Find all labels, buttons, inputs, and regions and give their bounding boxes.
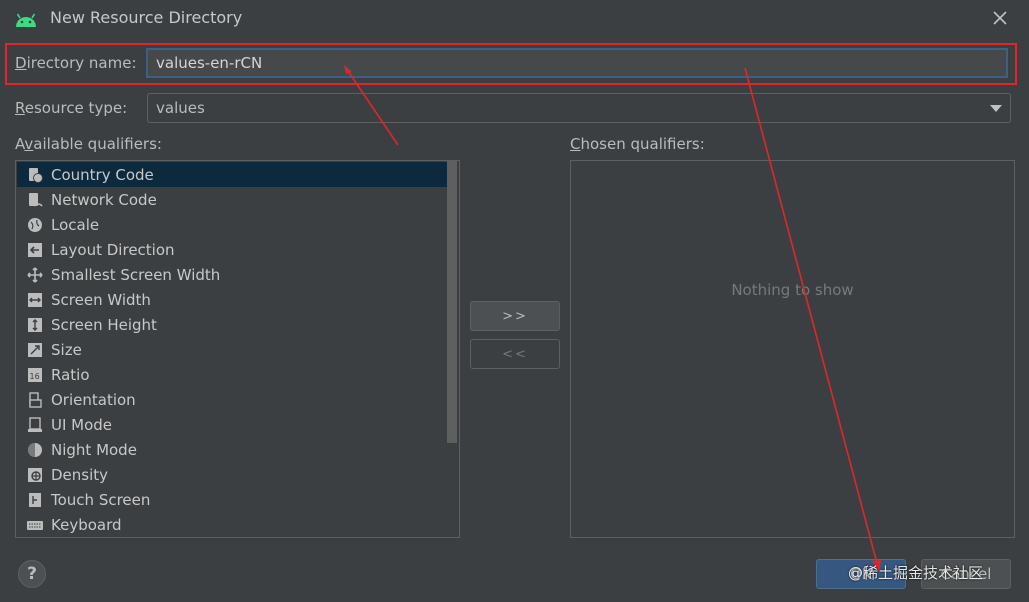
qualifier-item-label: Density [51,465,109,484]
qualifier-item-ratio[interactable]: 16 Ratio [17,362,447,387]
qualifier-item-label: Screen Height [51,315,157,334]
network-code-icon [29,192,43,207]
qualifier-item-country-code[interactable]: Country Code [17,162,447,187]
directory-name-label: Directory name: [15,54,137,72]
qualifier-item-label: Country Code [51,165,154,184]
android-icon [16,13,36,27]
layout-direction-icon [28,242,42,257]
qualifier-item-label: Screen Width [51,290,151,309]
smallest-width-icon [27,266,43,283]
chosen-qualifiers-label: Chosen qualifiers: [570,135,705,153]
svg-text:16: 16 [30,372,40,381]
qualifier-item-screen-height[interactable]: Screen Height [17,312,447,337]
touch-screen-icon [29,492,41,507]
keyboard-icon [27,520,43,530]
resource-type-value: values [156,99,205,117]
qualifier-item-locale[interactable]: Locale [17,212,447,237]
qualifier-item-smallest-screen-width[interactable]: Smallest Screen Width [17,262,447,287]
globe-icon [28,217,42,232]
qualifier-item-layout-direction[interactable]: Layout Direction [17,237,447,262]
remove-qualifier-button[interactable]: << [470,339,560,369]
qualifier-item-label: Smallest Screen Width [51,265,221,284]
screen-width-icon [28,292,42,307]
qualifier-item-label: UI Mode [51,415,113,434]
country-code-icon [29,167,43,183]
qualifier-item-orientation[interactable]: Orientation [17,387,447,412]
qualifier-item-network-code[interactable]: Network Code [17,187,447,212]
qualifier-item-label: Layout Direction [51,240,175,259]
qualifier-item-label: Keyboard [51,515,122,534]
resource-type-select[interactable]: values [147,93,1011,123]
qualifier-item-ui-mode[interactable]: UI Mode [17,412,447,437]
title-bar: New Resource Directory [0,0,1029,38]
qualifier-item-label: Touch Screen [51,490,151,509]
window-title: New Resource Directory [50,8,243,27]
density-icon [28,467,42,482]
ratio-icon: 16 [28,367,42,382]
qualifier-item-night-mode[interactable]: Night Mode [17,437,447,462]
qualifier-item-label: Network Code [51,190,157,209]
available-qualifiers-label: Available qualifiers: [15,135,162,153]
qualifier-item-label: Size [51,340,82,359]
list-scrollbar[interactable] [447,161,457,443]
close-icon[interactable] [988,6,1012,30]
watermark: @稀土掘金技术社区 [848,564,984,582]
qualifier-item-label: Orientation [51,390,136,409]
qualifier-item-label: Night Mode [51,440,137,459]
empty-state-text: Nothing to show [731,281,854,299]
qualifier-item-size[interactable]: Size [17,337,447,362]
chosen-qualifiers-list[interactable]: Nothing to show [570,160,1015,538]
directory-name-input[interactable] [146,48,1008,78]
qualifier-item-label: Ratio [51,365,90,384]
orientation-icon [29,391,42,408]
size-icon [28,342,42,357]
qualifier-item-label: Locale [51,215,100,234]
qualifier-item-screen-width[interactable]: Screen Width [17,287,447,312]
resource-type-label: Resource type: [15,99,128,117]
help-button[interactable]: ? [18,560,46,588]
ui-mode-icon [28,416,42,432]
add-qualifier-button[interactable]: >> [470,301,560,331]
chevron-down-icon[interactable] [990,105,1002,112]
night-mode-icon [28,442,42,457]
available-qualifiers-list[interactable]: Country Code Network Code Locale Layout Dir… [15,160,460,538]
screen-height-icon [28,317,42,332]
qualifier-item-keyboard[interactable]: Keyboard [17,512,447,537]
qualifier-item-density[interactable]: Density [17,462,447,487]
qualifier-item-touch-screen[interactable]: Touch Screen [17,487,447,512]
